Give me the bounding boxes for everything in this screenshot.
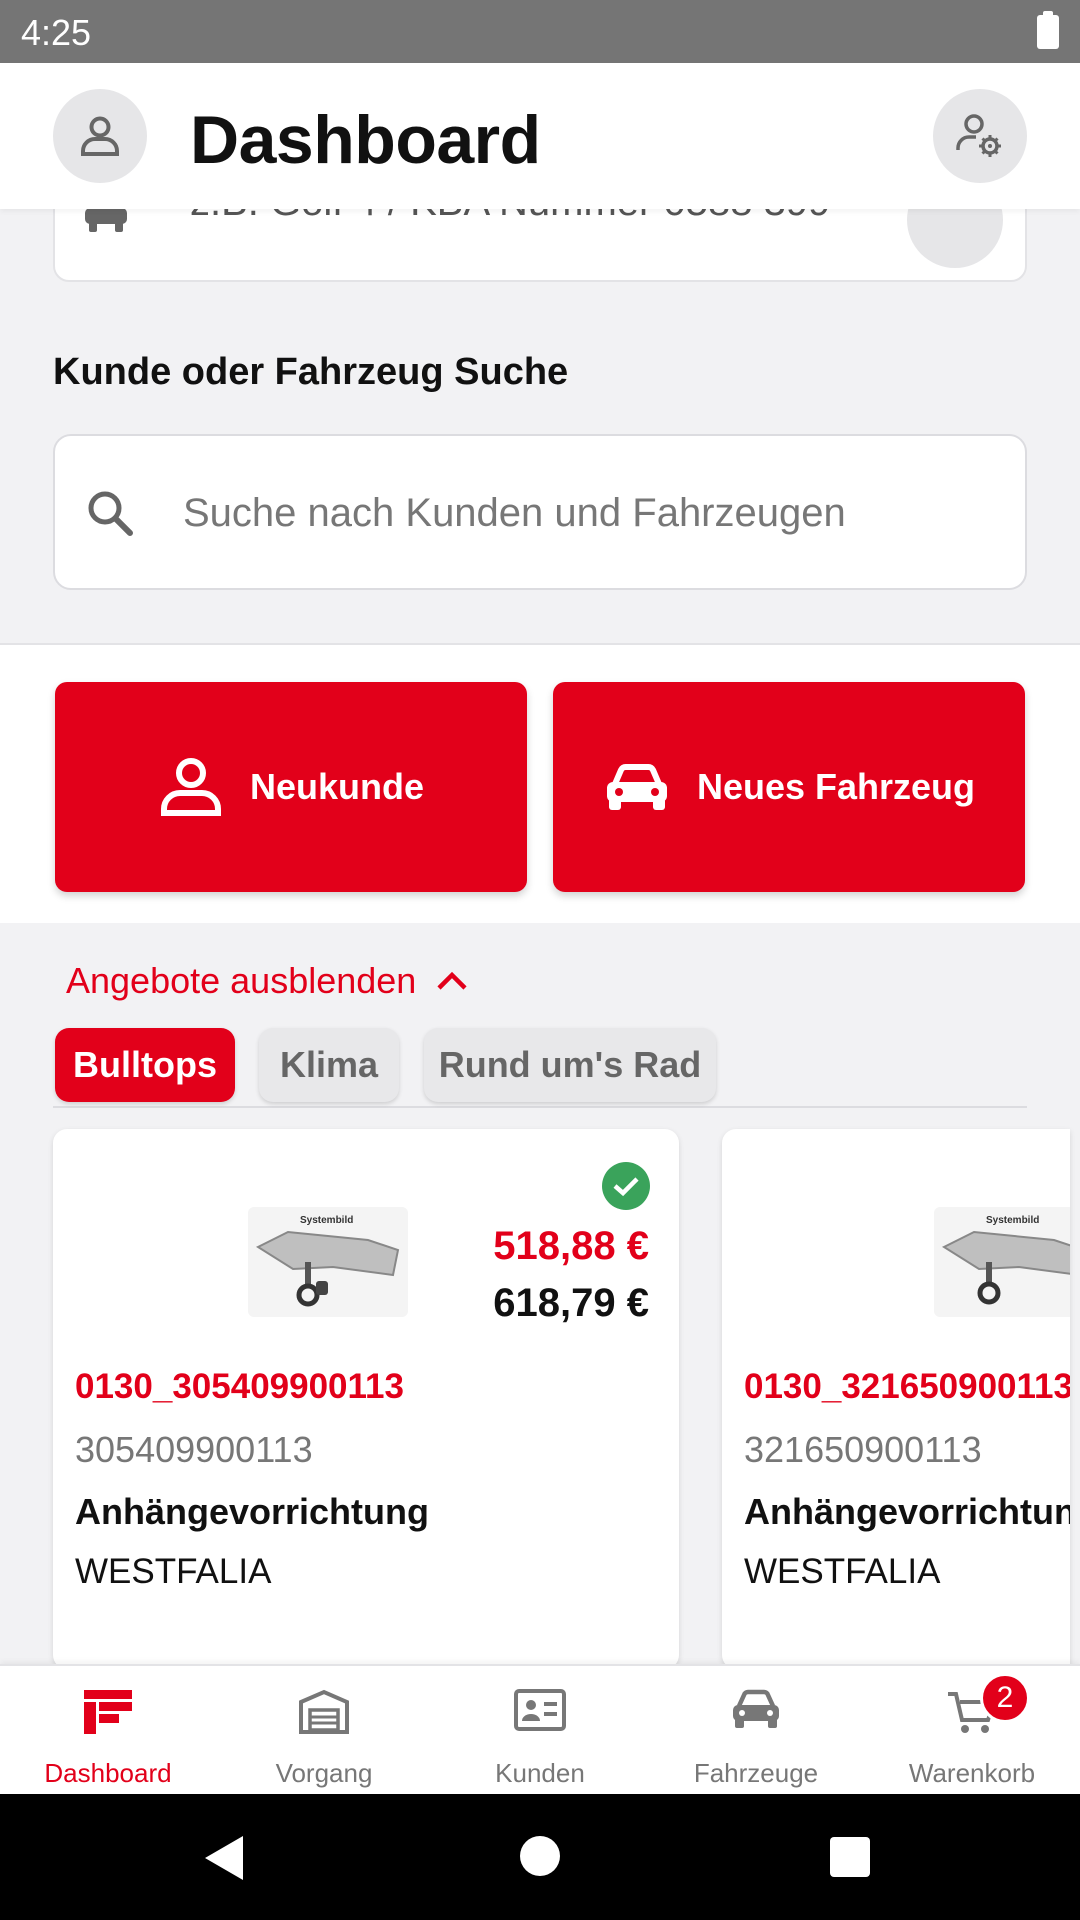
chevron-up-icon bbox=[437, 971, 467, 990]
product-card[interactable]: Systembild 518,88 € 618,79 € 0130_305409… bbox=[53, 1129, 679, 1669]
offer-category-tabs: Bulltops Klima Rund um's Rad bbox=[53, 1028, 1027, 1108]
nav-label: Vorgang bbox=[275, 1758, 373, 1788]
nav-kunden[interactable]: Kunden bbox=[432, 1666, 648, 1796]
product-number: 305409900113 bbox=[75, 1429, 313, 1470]
bottom-navigation: Dashboard Vorgang Kunden Fahrzeuge Waren… bbox=[0, 1664, 1080, 1794]
search-icon bbox=[88, 491, 133, 536]
car-icon bbox=[606, 764, 667, 810]
new-customer-label: Neukunde bbox=[249, 766, 425, 807]
hide-offers-label: Angebote ausblenden bbox=[66, 960, 417, 1001]
hide-offers-toggle[interactable]: Angebote ausblenden bbox=[66, 960, 468, 1002]
product-brand: WESTFALIA bbox=[75, 1552, 272, 1591]
regular-price: 618,79 € bbox=[493, 1281, 649, 1325]
product-number: 321650900113 bbox=[744, 1429, 982, 1470]
offer-price: 518,88 € bbox=[493, 1224, 649, 1268]
product-image-label: Systembild bbox=[986, 1215, 1040, 1226]
system-navigation-bar bbox=[0, 1794, 1080, 1920]
product-id: 0130_305409900113 bbox=[75, 1367, 404, 1406]
tab-bulltops[interactable]: Bulltops bbox=[55, 1028, 235, 1102]
nav-fahrzeuge[interactable]: Fahrzeuge bbox=[648, 1666, 864, 1796]
status-bar: 4:25 bbox=[0, 0, 1080, 63]
product-name: Anhängevorrichtung bbox=[744, 1491, 1070, 1532]
quick-actions: Neukunde Neues Fahrzeug bbox=[0, 643, 1080, 923]
nav-label: Fahrzeuge bbox=[693, 1758, 819, 1788]
battery-icon bbox=[1037, 11, 1059, 49]
garage-icon bbox=[299, 1689, 349, 1734]
user-settings-icon bbox=[956, 114, 1001, 157]
cart-count-badge: 2 bbox=[980, 1673, 1030, 1723]
back-icon[interactable] bbox=[205, 1836, 243, 1880]
customer-search-input[interactable]: Suche nach Kunden und Fahrzeugen bbox=[53, 434, 1027, 590]
page-title: Dashboard bbox=[190, 102, 541, 178]
product-brand: WESTFALIA bbox=[744, 1552, 941, 1591]
product-name: Anhängevorrichtung bbox=[75, 1491, 430, 1532]
car-icon bbox=[733, 1689, 779, 1728]
status-time: 4:25 bbox=[21, 12, 92, 53]
nav-warenkorb[interactable]: Warenkorb bbox=[864, 1666, 1080, 1796]
nav-label: Warenkorb bbox=[908, 1758, 1036, 1788]
product-image-label: Systembild bbox=[300, 1215, 354, 1226]
tab-klima[interactable]: Klima bbox=[259, 1028, 399, 1102]
product-card[interactable]: Systembild 0130_321650900113 32165090011… bbox=[722, 1129, 1070, 1669]
contact-card-icon bbox=[514, 1689, 566, 1731]
nav-vorgang[interactable]: Vorgang bbox=[216, 1666, 432, 1796]
user-icon bbox=[160, 758, 221, 816]
tab-rund-ums-rad[interactable]: Rund um's Rad bbox=[424, 1028, 716, 1102]
user-settings-button[interactable] bbox=[933, 89, 1027, 183]
search-placeholder: Suche nach Kunden und Fahrzeugen bbox=[183, 491, 846, 535]
nav-label: Dashboard bbox=[44, 1758, 172, 1788]
check-icon bbox=[602, 1162, 650, 1210]
new-customer-button[interactable]: Neukunde bbox=[55, 682, 527, 892]
nav-dashboard[interactable]: Dashboard bbox=[0, 1666, 216, 1796]
customer-search-title: Kunde oder Fahrzeug Suche bbox=[53, 351, 569, 393]
recents-icon[interactable] bbox=[830, 1837, 870, 1877]
product-image: Systembild bbox=[248, 1207, 408, 1317]
app-header: Dashboard bbox=[0, 63, 1080, 209]
product-image: Systembild bbox=[934, 1207, 1070, 1317]
product-id: 0130_321650900113 bbox=[744, 1367, 1070, 1406]
home-icon[interactable] bbox=[520, 1836, 560, 1876]
new-vehicle-button[interactable]: Neues Fahrzeug bbox=[553, 682, 1025, 892]
profile-button[interactable] bbox=[53, 89, 147, 183]
dashboard-icon bbox=[84, 1690, 132, 1734]
nav-label: Kunden bbox=[495, 1758, 585, 1788]
user-icon bbox=[81, 116, 119, 156]
new-vehicle-label: Neues Fahrzeug bbox=[696, 766, 976, 807]
